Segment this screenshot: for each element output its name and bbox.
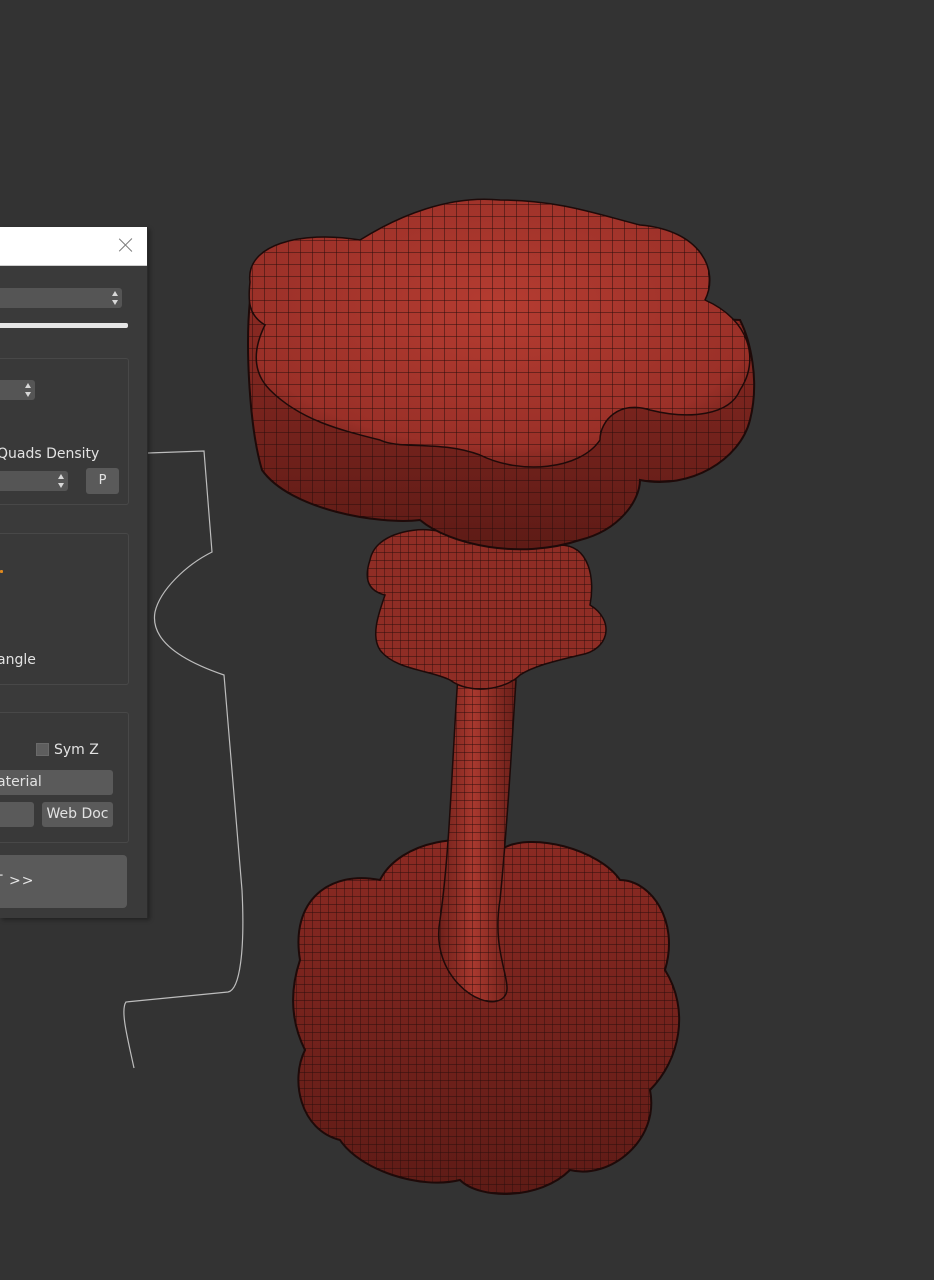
- spinner-arrows-icon: [112, 291, 118, 305]
- spinner-arrows-icon: [25, 383, 31, 397]
- quads-density-dropdown[interactable]: [0, 471, 68, 491]
- run-button-label: T >>: [0, 873, 35, 889]
- density-group: Quads Density P: [0, 358, 129, 505]
- progress-bar: [0, 323, 128, 328]
- quads-density-label: Quads Density: [0, 446, 100, 462]
- symmetry-group: Sym Z aterial Web Doc: [0, 712, 129, 843]
- middle-knob: [366, 528, 607, 690]
- plugin-panel: Quads Density P angle Sym Z aterial Web …: [0, 227, 148, 918]
- sym-z-checkbox[interactable]: [36, 743, 49, 756]
- mode-dropdown[interactable]: [0, 288, 122, 308]
- angle-group: angle: [0, 533, 129, 685]
- spinner-arrows-icon: [58, 474, 64, 488]
- web-doc-button[interactable]: Web Doc: [42, 802, 113, 827]
- density-mode-dropdown[interactable]: [0, 380, 35, 400]
- close-icon[interactable]: [117, 236, 135, 254]
- accent-indicator: [0, 570, 3, 573]
- panel-titlebar[interactable]: [0, 227, 147, 266]
- angle-label: angle: [0, 652, 36, 668]
- top-cap: [247, 198, 756, 551]
- blank-button[interactable]: [0, 802, 34, 827]
- material-button[interactable]: aterial: [0, 770, 113, 795]
- run-button[interactable]: T >>: [0, 855, 127, 908]
- sym-z-label: Sym Z: [54, 742, 99, 758]
- p-button[interactable]: P: [86, 468, 119, 494]
